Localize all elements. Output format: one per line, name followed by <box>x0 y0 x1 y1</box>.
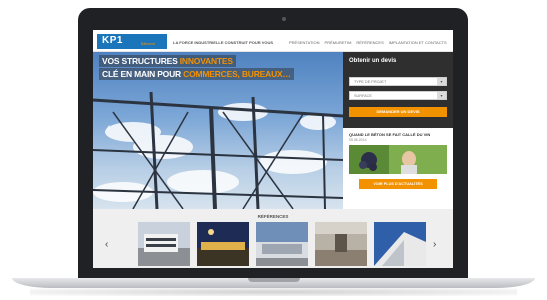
quote-form: Obtenir un devis TYPE DE PROJET ▾ SURFAC… <box>343 52 453 128</box>
project-type-select[interactable]: TYPE DE PROJET ▾ <box>349 77 447 86</box>
reference-thumbnail[interactable] <box>315 222 367 266</box>
quote-form-title: Obtenir un devis <box>349 58 397 64</box>
news-photo <box>349 145 447 174</box>
hero-headline-1: VOS STRUCTURES INNOVANTES <box>99 55 236 67</box>
nav-item-premuretim[interactable]: PRÉMURETIM <box>325 40 352 45</box>
main-nav: PRÉSENTATION PRÉMURETIM RÉFÉRENCES IMPLA… <box>289 40 447 45</box>
project-type-value: TYPE DE PROJET <box>354 80 387 84</box>
references-strip: RÉFÉRENCES ‹ › <box>93 209 453 268</box>
reference-thumbnail[interactable] <box>374 222 426 266</box>
side-panel: Obtenir un devis TYPE DE PROJET ▾ SURFAC… <box>343 52 453 209</box>
hero-slider: VOS STRUCTURES INNOVANTES CLÉ EN MAIN PO… <box>93 52 343 209</box>
news-date: 05.06.2014 <box>349 138 367 142</box>
laptop-screen: KP1 Bâtiment LA FORCE INDUSTRIELLE CONST… <box>93 30 453 268</box>
site-header: KP1 Bâtiment LA FORCE INDUSTRIELLE CONST… <box>93 30 453 52</box>
surface-select[interactable]: SURFACE ▾ <box>349 91 447 100</box>
hero-next-arrow-icon[interactable]: › <box>325 122 328 133</box>
references-prev-arrow-icon[interactable]: ‹ <box>105 239 108 250</box>
references-title: RÉFÉRENCES <box>257 214 289 219</box>
hero-line2-highlight: COMMERCES, BUREAUX… <box>183 69 291 79</box>
hero-headline-2: CLÉ EN MAIN POUR COMMERCES, BUREAUX… <box>99 68 294 80</box>
news-image[interactable] <box>349 145 447 174</box>
reference-thumbnail[interactable] <box>197 222 249 266</box>
news-title[interactable]: QUAND LE BÉTON SE FAIT CALLÉ DU VIN <box>349 132 449 137</box>
chevron-down-icon: ▾ <box>437 92 446 99</box>
laptop-shadow <box>30 288 517 296</box>
reference-thumbnail[interactable] <box>138 222 190 266</box>
site-tagline: LA FORCE INDUSTRIELLE CONSTRUIT POUR VOU… <box>173 40 274 45</box>
reference-thumbnail[interactable] <box>256 222 308 266</box>
hero-line1-text: VOS STRUCTURES <box>102 56 180 66</box>
laptop-notch <box>248 278 300 282</box>
hero-line2-text: CLÉ EN MAIN POUR <box>102 69 184 79</box>
references-next-arrow-icon[interactable]: › <box>433 239 436 250</box>
nav-item-implantation[interactable]: IMPLANTATION ET CONTACTS <box>389 40 447 45</box>
request-quote-button[interactable]: DEMANDER UN DEVIS <box>349 107 447 117</box>
logo-subtext: Bâtiment <box>141 42 155 46</box>
surface-value: SURFACE <box>354 94 372 98</box>
nav-item-references[interactable]: RÉFÉRENCES <box>356 40 383 45</box>
nav-item-presentation[interactable]: PRÉSENTATION <box>289 40 320 45</box>
logo-text: KP1 <box>102 35 123 46</box>
chevron-down-icon: ▾ <box>437 78 446 85</box>
hero-prev-arrow-icon[interactable]: ‹ <box>107 122 110 133</box>
hero-line1-highlight: INNOVANTES <box>179 56 233 66</box>
more-news-button[interactable]: VOIR PLUS D'ACTUALITÉS <box>359 179 437 189</box>
webcam <box>282 17 286 21</box>
site-logo[interactable]: KP1 Bâtiment <box>97 34 167 49</box>
